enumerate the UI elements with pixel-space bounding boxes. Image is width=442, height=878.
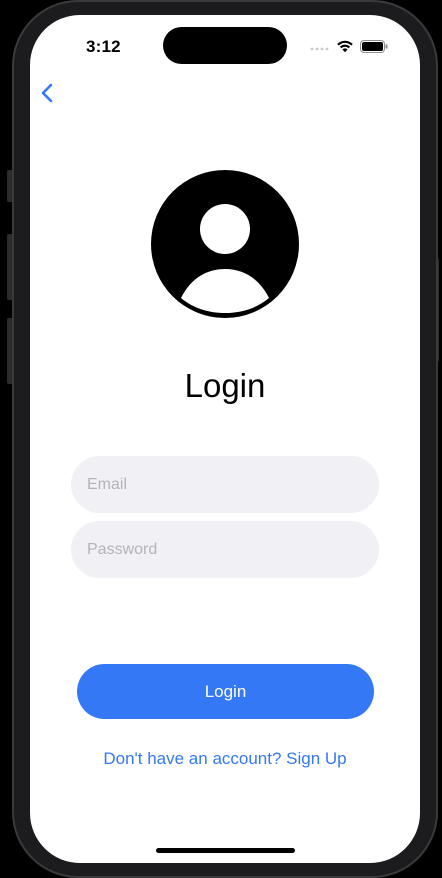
page-title: Login xyxy=(184,367,266,404)
battery-icon xyxy=(360,40,388,53)
device-stage: 3:12 Login Email Login Don't have an acc… xyxy=(0,0,442,878)
back-chevron-icon[interactable] xyxy=(36,81,60,105)
password-field[interactable] xyxy=(71,521,379,578)
email-field[interactable] xyxy=(71,456,379,513)
status-time: 3:12 xyxy=(86,37,121,56)
wifi-icon xyxy=(337,40,353,53)
app-screen: 3:12 Login Email Login Don't have an acc… xyxy=(30,15,420,863)
cellular-signal-icon xyxy=(310,47,329,51)
home-indicator xyxy=(156,848,295,853)
status-bar: 3:12 xyxy=(30,15,420,69)
login-button[interactable]: Login xyxy=(77,664,374,719)
person-circle-icon xyxy=(151,170,299,318)
sign-up-link[interactable]: Don't have an account? Sign Up xyxy=(30,749,420,769)
dynamic-island xyxy=(163,27,287,64)
